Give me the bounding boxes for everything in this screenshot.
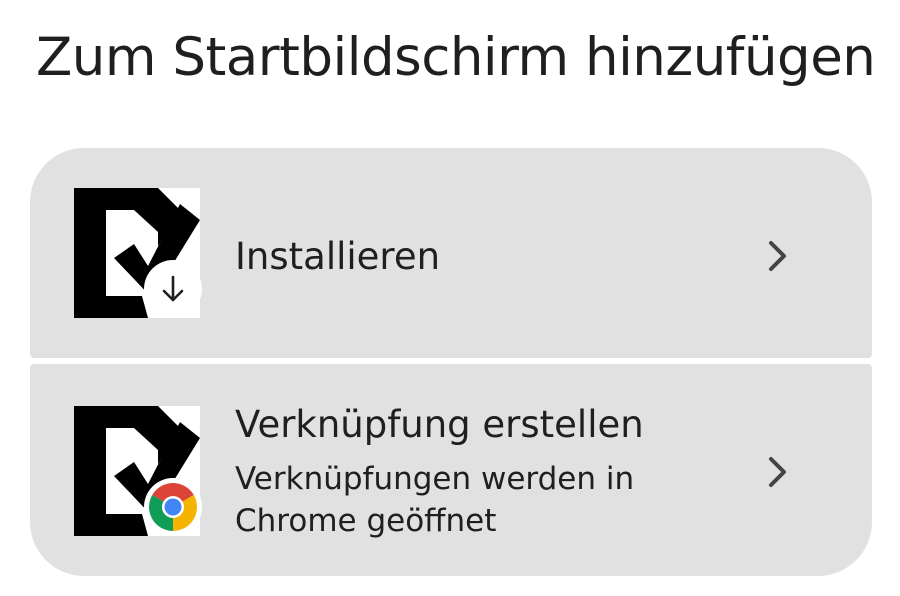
- app-icon: [74, 188, 202, 318]
- page-title: Zum Startbildschirm hinzufügen: [36, 27, 876, 88]
- chevron-right-icon: [762, 452, 794, 492]
- app-icon: [74, 406, 202, 536]
- install-badge: [144, 260, 202, 318]
- install-option[interactable]: Installieren: [30, 148, 872, 358]
- create-shortcut-label: Verknüpfung erstellen: [235, 403, 644, 446]
- chrome-badge: [144, 478, 202, 536]
- create-shortcut-description: Verknüpfungen werden in Chrome geöffnet: [235, 461, 635, 539]
- install-label: Installieren: [235, 235, 441, 278]
- download-arrow-icon: [162, 275, 184, 302]
- chevron-right-icon: [762, 236, 794, 276]
- create-shortcut-option[interactable]: Verknüpfung erstellen Verknüpfungen werd…: [30, 364, 872, 576]
- chrome-icon: [149, 483, 197, 531]
